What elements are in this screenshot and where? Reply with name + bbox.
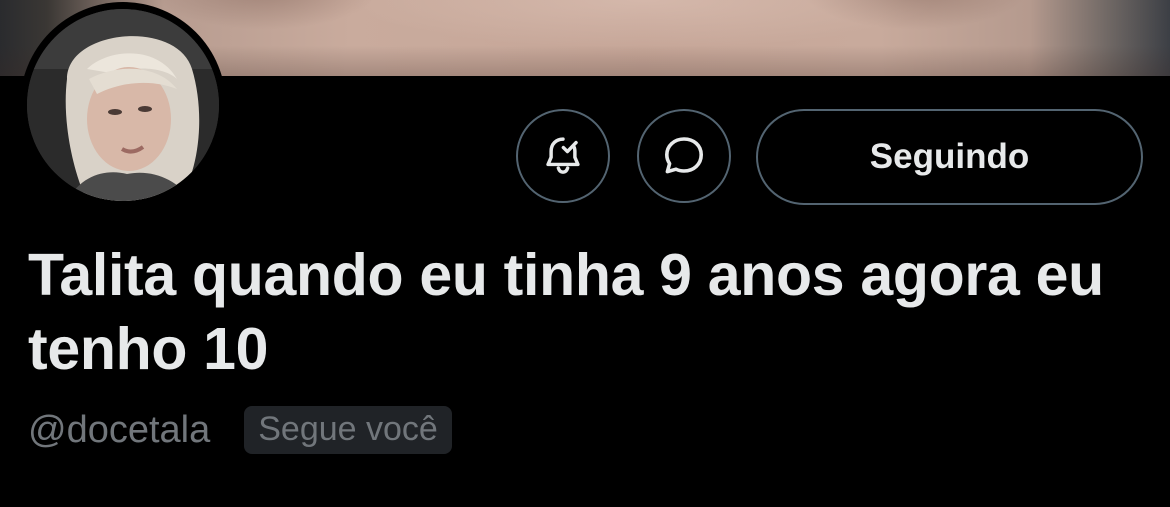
follows-you-badge: Segue você <box>244 406 452 454</box>
avatar[interactable] <box>27 9 219 201</box>
username-handle: @docetala <box>28 408 211 451</box>
message-button[interactable] <box>637 109 731 203</box>
handle-row: @docetala Segue você <box>28 405 452 455</box>
chat-bubble-icon <box>665 137 703 174</box>
notifications-button[interactable] <box>516 109 610 203</box>
avatar-frame[interactable] <box>20 2 226 208</box>
avatar-photo <box>27 9 219 201</box>
bell-check-icon <box>546 137 580 174</box>
following-button[interactable]: Seguindo <box>756 109 1143 205</box>
display-name: Talita quando eu tinha 9 anos agora eu t… <box>28 242 1104 382</box>
